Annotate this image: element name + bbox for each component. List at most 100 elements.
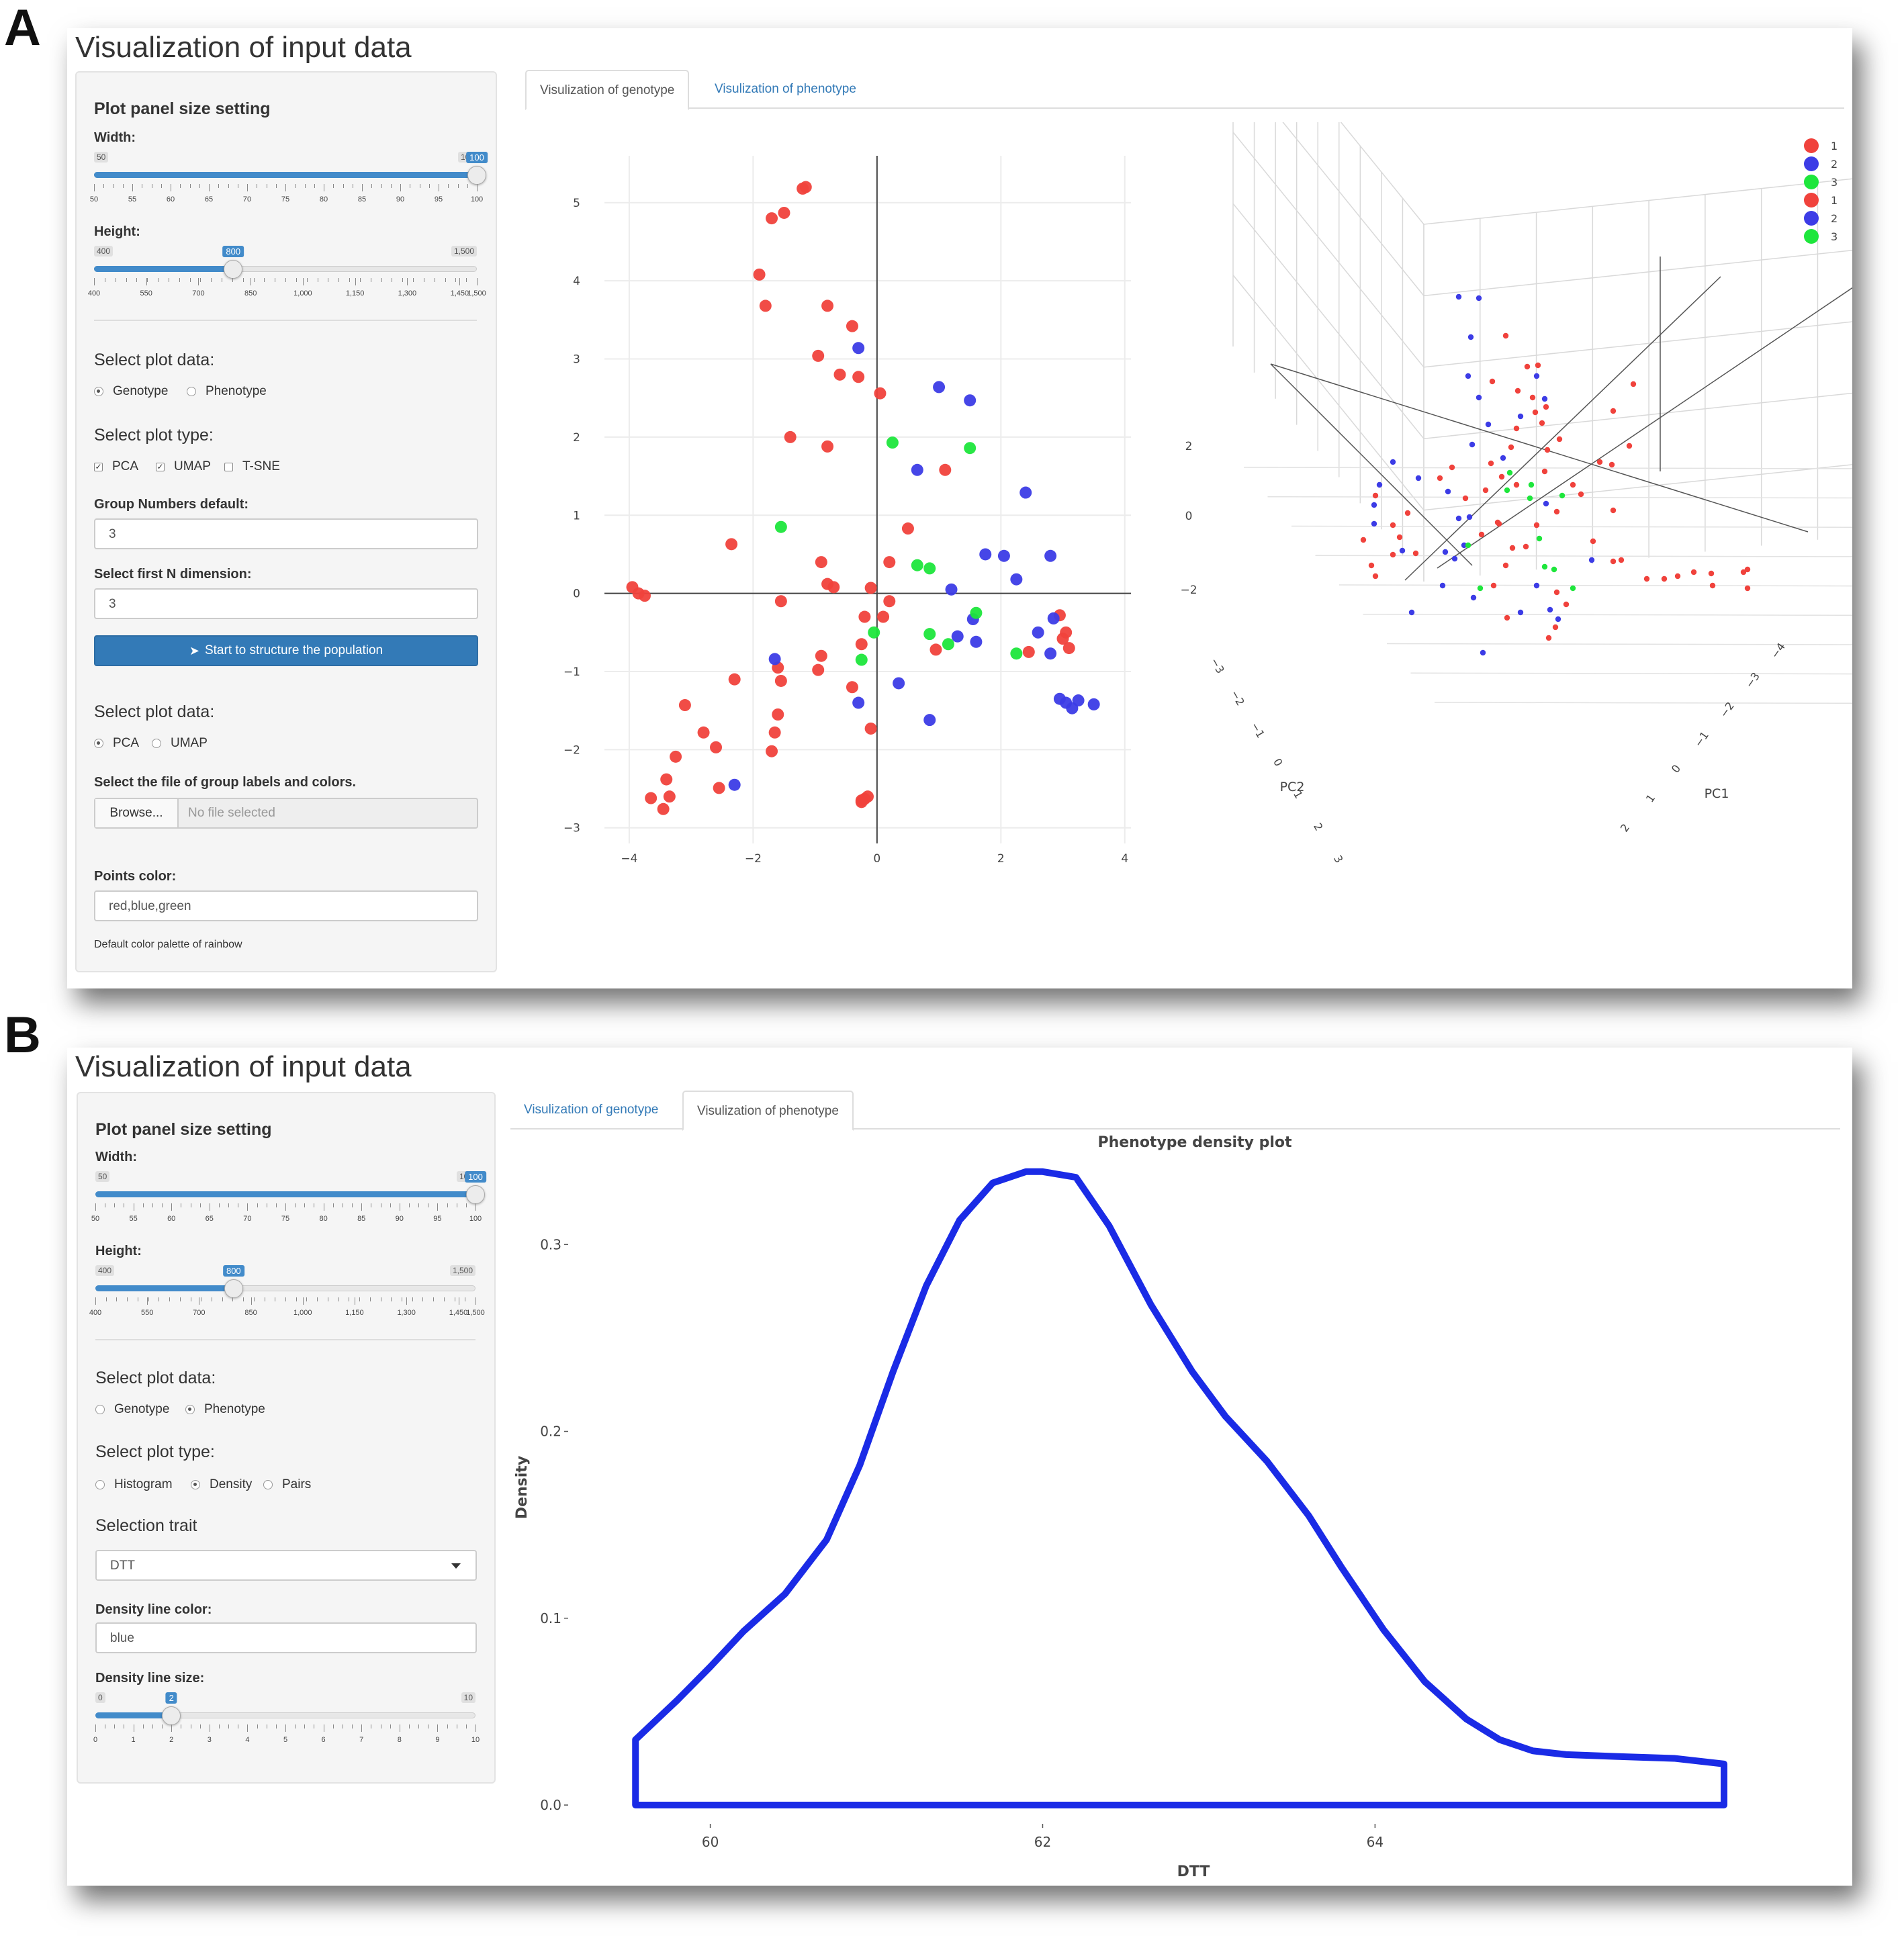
3d-point-group-1[interactable] xyxy=(1372,573,1379,580)
scatter-point-group-1[interactable] xyxy=(812,663,825,676)
group-numbers-input[interactable]: 3 xyxy=(94,518,478,549)
scatter-point-group-2[interactable] xyxy=(1087,698,1100,710)
scatter-point-group-2[interactable] xyxy=(951,630,964,643)
3d-point-group-3[interactable] xyxy=(1506,469,1513,476)
3d-point-group-1[interactable] xyxy=(1563,601,1570,608)
selection-trait-select[interactable]: DTT xyxy=(95,1550,477,1581)
scatter-point-group-2[interactable] xyxy=(970,635,983,648)
density-plot[interactable]: Phenotype density plot 0.0 0.1 0.2 0.3 60 62 64… xyxy=(510,1131,1847,1886)
3d-point-group-1[interactable] xyxy=(1539,420,1545,426)
scatter-point-group-3[interactable] xyxy=(855,653,868,666)
3d-point-group-2[interactable] xyxy=(1533,582,1540,589)
scatter-point-group-1[interactable] xyxy=(939,463,952,476)
scatter-point-group-1[interactable] xyxy=(725,538,738,551)
legend-item[interactable]: 1 xyxy=(1804,137,1838,154)
3d-point-group-2[interactable] xyxy=(1371,520,1377,527)
scatter-point-group-2[interactable] xyxy=(964,394,977,407)
scatter-point-group-2[interactable] xyxy=(923,714,936,727)
scatter-point-group-1[interactable] xyxy=(710,741,723,753)
scatter-point-group-1[interactable] xyxy=(774,674,787,687)
scatter-point-group-3[interactable] xyxy=(774,520,787,533)
tab-genotype[interactable]: Visulization of genotype xyxy=(525,70,690,110)
3d-point-group-1[interactable] xyxy=(1690,569,1697,575)
width-slider-handle[interactable] xyxy=(466,1185,485,1204)
scatter-point-group-2[interactable] xyxy=(1044,647,1057,660)
density-line[interactable] xyxy=(632,1168,1728,1808)
checkbox-umap-box[interactable]: ✓ xyxy=(156,462,165,471)
3d-point-group-2[interactable] xyxy=(1543,500,1549,507)
3d-point-group-3[interactable] xyxy=(1465,542,1471,549)
scatter-point-group-1[interactable] xyxy=(774,595,787,608)
scatter-point-group-1[interactable] xyxy=(678,699,691,712)
scatter-point-group-1[interactable] xyxy=(846,681,858,694)
radio-phenotype[interactable]: Phenotype xyxy=(185,1402,265,1417)
scatter-point-group-1[interactable] xyxy=(1022,645,1035,658)
3d-point-group-1[interactable] xyxy=(1372,492,1379,499)
3d-point-group-1[interactable] xyxy=(1513,425,1520,432)
3d-point-group-3[interactable] xyxy=(1477,585,1484,592)
scatter-point-group-1[interactable] xyxy=(855,796,868,809)
3d-point-group-1[interactable] xyxy=(1544,447,1551,453)
3d-point-group-1[interactable] xyxy=(1545,635,1552,641)
scatter-point-group-2[interactable] xyxy=(1032,626,1044,639)
scatter-point-group-2[interactable] xyxy=(893,677,905,690)
scatter-point-group-1[interactable] xyxy=(670,750,682,763)
scatter-point-group-3[interactable] xyxy=(964,442,977,455)
scatter-point-group-1[interactable] xyxy=(753,268,766,281)
scatter-point-group-2[interactable] xyxy=(997,549,1010,562)
3d-point-group-1[interactable] xyxy=(1578,491,1584,498)
radio-pairs[interactable]: Pairs xyxy=(263,1477,311,1492)
3d-point-group-1[interactable] xyxy=(1661,575,1668,582)
3d-point-group-3[interactable] xyxy=(1559,492,1566,499)
3d-point-group-1[interactable] xyxy=(1535,362,1541,369)
3d-point-group-1[interactable] xyxy=(1744,585,1751,592)
3d-point-group-1[interactable] xyxy=(1489,378,1496,385)
tab-genotype[interactable]: Visulization of genotype xyxy=(510,1091,672,1131)
3d-point-group-1[interactable] xyxy=(1412,550,1419,557)
density-color-input[interactable]: blue xyxy=(95,1622,477,1653)
legend-item[interactable]: 1 xyxy=(1804,191,1838,209)
3d-point-group-2[interactable] xyxy=(1445,488,1451,495)
scatter-point-group-1[interactable] xyxy=(1062,642,1075,655)
file-input[interactable]: Browse... No file selected xyxy=(94,798,478,829)
height-slider-handle[interactable] xyxy=(224,260,243,279)
3d-point-group-2[interactable] xyxy=(1480,649,1486,656)
3d-point-group-2[interactable] xyxy=(1390,459,1396,465)
3d-point-group-2[interactable] xyxy=(1555,616,1561,623)
3d-point-group-1[interactable] xyxy=(1552,624,1559,631)
3d-point-group-1[interactable] xyxy=(1502,562,1509,569)
3d-point-group-1[interactable] xyxy=(1437,475,1443,481)
height-slider-handle[interactable] xyxy=(224,1279,243,1298)
density-size-slider-handle[interactable] xyxy=(162,1706,181,1725)
3d-point-group-1[interactable] xyxy=(1478,531,1485,538)
scatter-point-group-2[interactable] xyxy=(728,778,741,791)
3d-point-group-1[interactable] xyxy=(1596,459,1603,465)
3d-point-group-2[interactable] xyxy=(1541,396,1548,402)
scatter-point-group-1[interactable] xyxy=(660,773,673,786)
3d-point-group-3[interactable] xyxy=(1527,495,1533,502)
3d-point-group-1[interactable] xyxy=(1508,444,1514,451)
3d-point-group-2[interactable] xyxy=(1376,481,1383,488)
3d-point-group-2[interactable] xyxy=(1469,441,1476,448)
tab-phenotype[interactable]: Visulization of phenotype xyxy=(701,70,870,110)
3d-point-group-2[interactable] xyxy=(1399,547,1406,554)
legend-item[interactable]: 3 xyxy=(1804,228,1838,245)
scatter-point-group-1[interactable] xyxy=(864,582,877,594)
scatter-point-group-1[interactable] xyxy=(766,212,778,225)
scatter-point-group-1[interactable] xyxy=(877,610,890,623)
scatter-point-group-1[interactable] xyxy=(772,708,784,721)
pca-3d-scatter-plot[interactable]: 20−2−3−2−101234−4−3−2−1012PC2PC1 xyxy=(1150,122,1852,888)
scatter-point-group-2[interactable] xyxy=(1019,486,1032,499)
3d-point-group-1[interactable] xyxy=(1509,545,1516,551)
checkbox-tsne[interactable]: T-SNE xyxy=(224,459,280,474)
3d-point-group-1[interactable] xyxy=(1590,538,1596,545)
scatter-point-group-2[interactable] xyxy=(945,583,958,596)
3d-point-group-1[interactable] xyxy=(1502,332,1509,339)
3d-point-group-2[interactable] xyxy=(1588,557,1595,563)
radio-genotype[interactable]: Genotype xyxy=(94,384,168,399)
3d-point-group-2[interactable] xyxy=(1517,609,1524,616)
radio-phenotype-dot[interactable] xyxy=(187,387,196,396)
scatter-point-group-2[interactable] xyxy=(979,548,992,561)
first-n-dimension-input[interactable]: 3 xyxy=(94,588,478,619)
radio-histogram[interactable]: Histogram xyxy=(95,1477,173,1492)
